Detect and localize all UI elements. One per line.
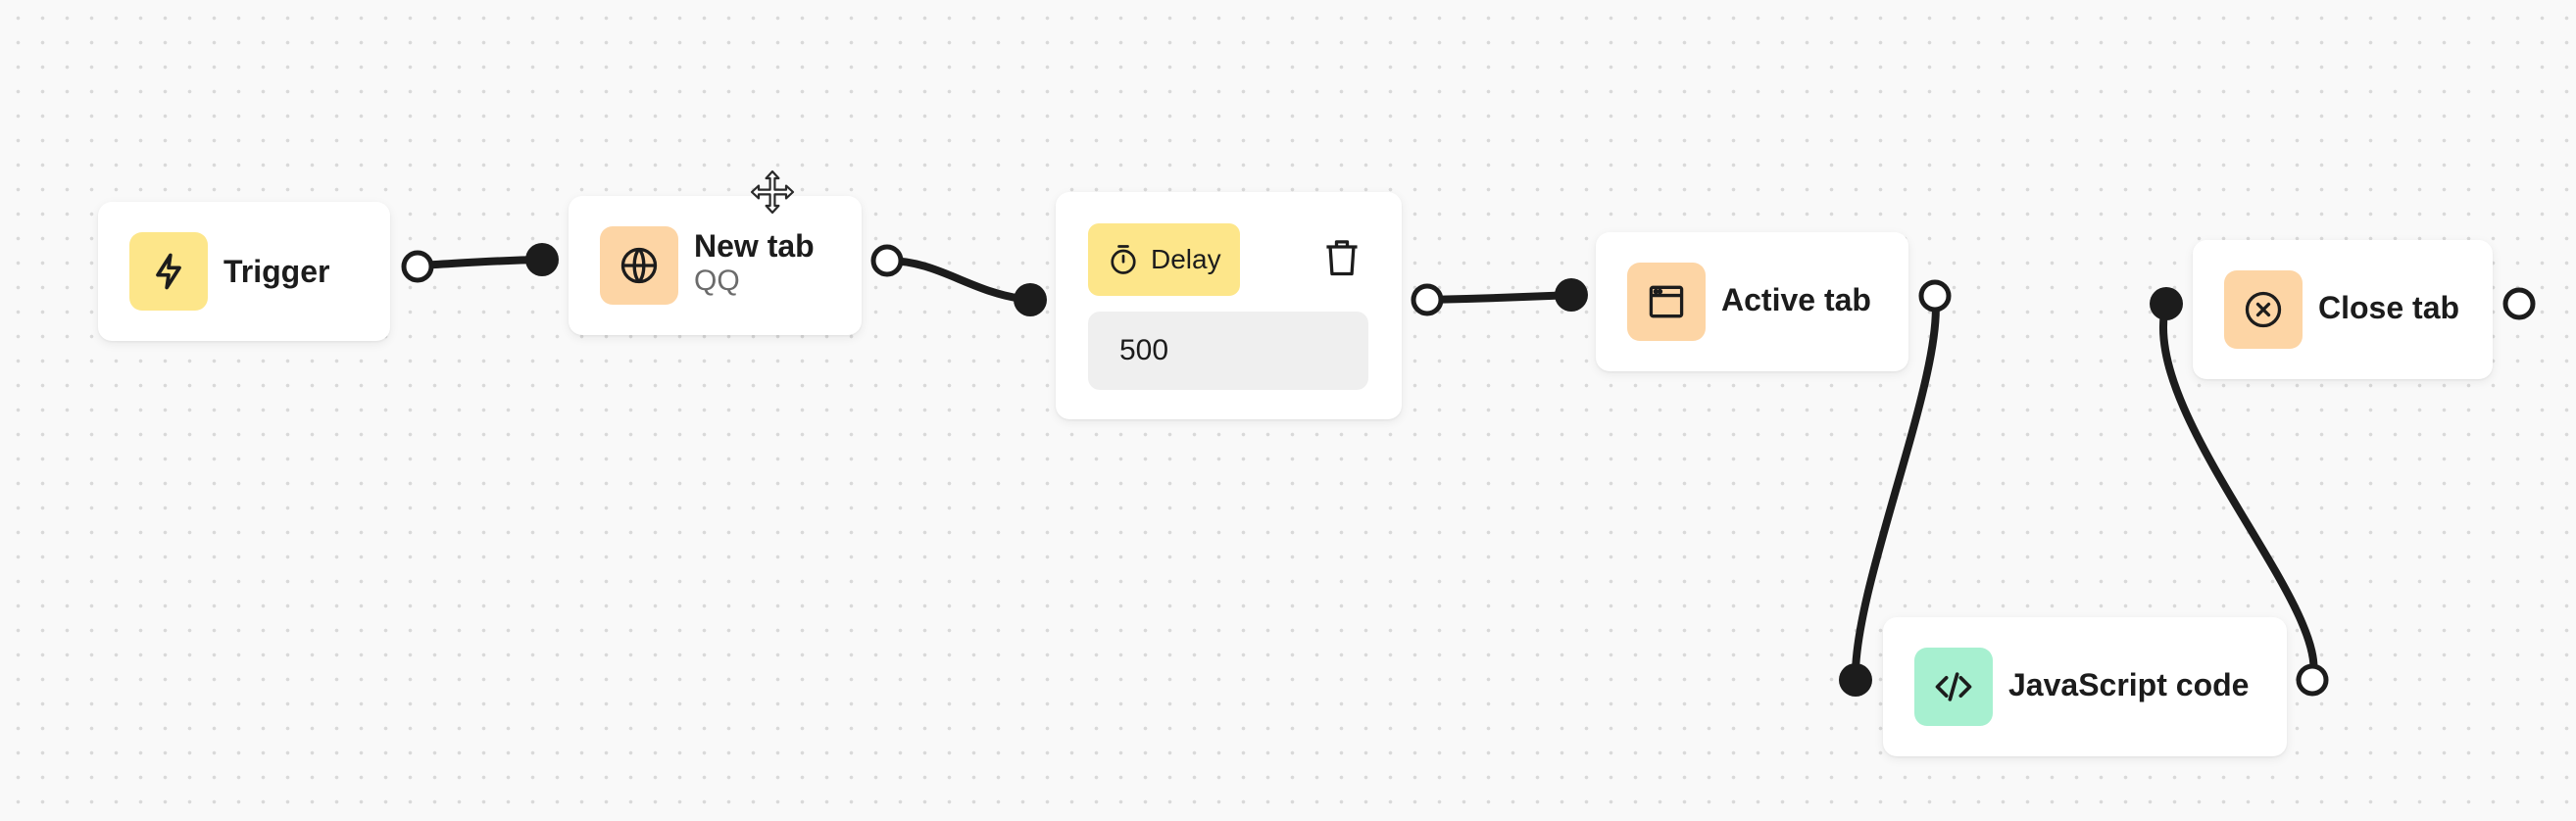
new-tab-node[interactable]: New tab QQ	[569, 196, 862, 335]
port-activetab-out[interactable]	[1918, 279, 1952, 313]
node-title: Active tab	[1721, 282, 1871, 317]
port-delay-in[interactable]	[1014, 283, 1047, 316]
browser-window-icon	[1649, 285, 1684, 318]
node-title: Close tab	[2318, 290, 2460, 325]
delay-label: Delay	[1151, 244, 1221, 274]
javascript-icon-box	[1914, 648, 1993, 726]
stopwatch-icon	[1111, 245, 1136, 274]
port-javascript-in[interactable]	[1839, 663, 1872, 697]
close-circle-icon	[2245, 291, 2282, 328]
node-title: New tab	[694, 228, 815, 264]
new-tab-icon-box	[600, 226, 678, 305]
active-tab-node[interactable]: Active tab	[1596, 232, 1908, 371]
close-tab-node[interactable]: Close tab	[2193, 240, 2493, 379]
trigger-icon-box	[129, 232, 208, 311]
port-trigger-out[interactable]	[401, 250, 434, 283]
port-closetab-out[interactable]	[2502, 287, 2536, 320]
edge-trigger-newtab	[414, 256, 546, 269]
port-newtab-in[interactable]	[525, 243, 559, 276]
node-title: Trigger	[223, 254, 330, 289]
move-cursor-icon	[750, 169, 795, 215]
port-closetab-in[interactable]	[2150, 287, 2183, 320]
active-tab-icon-box	[1627, 263, 1706, 341]
delay-label-chip: Delay	[1088, 223, 1240, 296]
node-title: JavaScript code	[2008, 667, 2250, 702]
port-delay-out[interactable]	[1411, 283, 1444, 316]
port-activetab-in[interactable]	[1555, 278, 1588, 312]
trash-icon[interactable]	[1320, 236, 1363, 279]
edge-delay-activetab	[1423, 291, 1575, 304]
port-javascript-out[interactable]	[2296, 663, 2329, 697]
code-icon	[1935, 672, 1972, 701]
delay-value-input[interactable]: 500	[1088, 312, 1368, 390]
trigger-node[interactable]: Trigger	[98, 202, 390, 341]
globe-icon	[620, 247, 658, 284]
delay-node[interactable]: Delay 500	[1056, 192, 1402, 419]
close-tab-icon-box	[2224, 270, 2303, 349]
port-newtab-out[interactable]	[870, 244, 904, 277]
edge-newtab-delay	[883, 257, 1034, 304]
bolt-icon	[156, 253, 181, 290]
node-subtitle: QQ	[694, 265, 740, 297]
javascript-code-node[interactable]: JavaScript code	[1883, 617, 2287, 756]
